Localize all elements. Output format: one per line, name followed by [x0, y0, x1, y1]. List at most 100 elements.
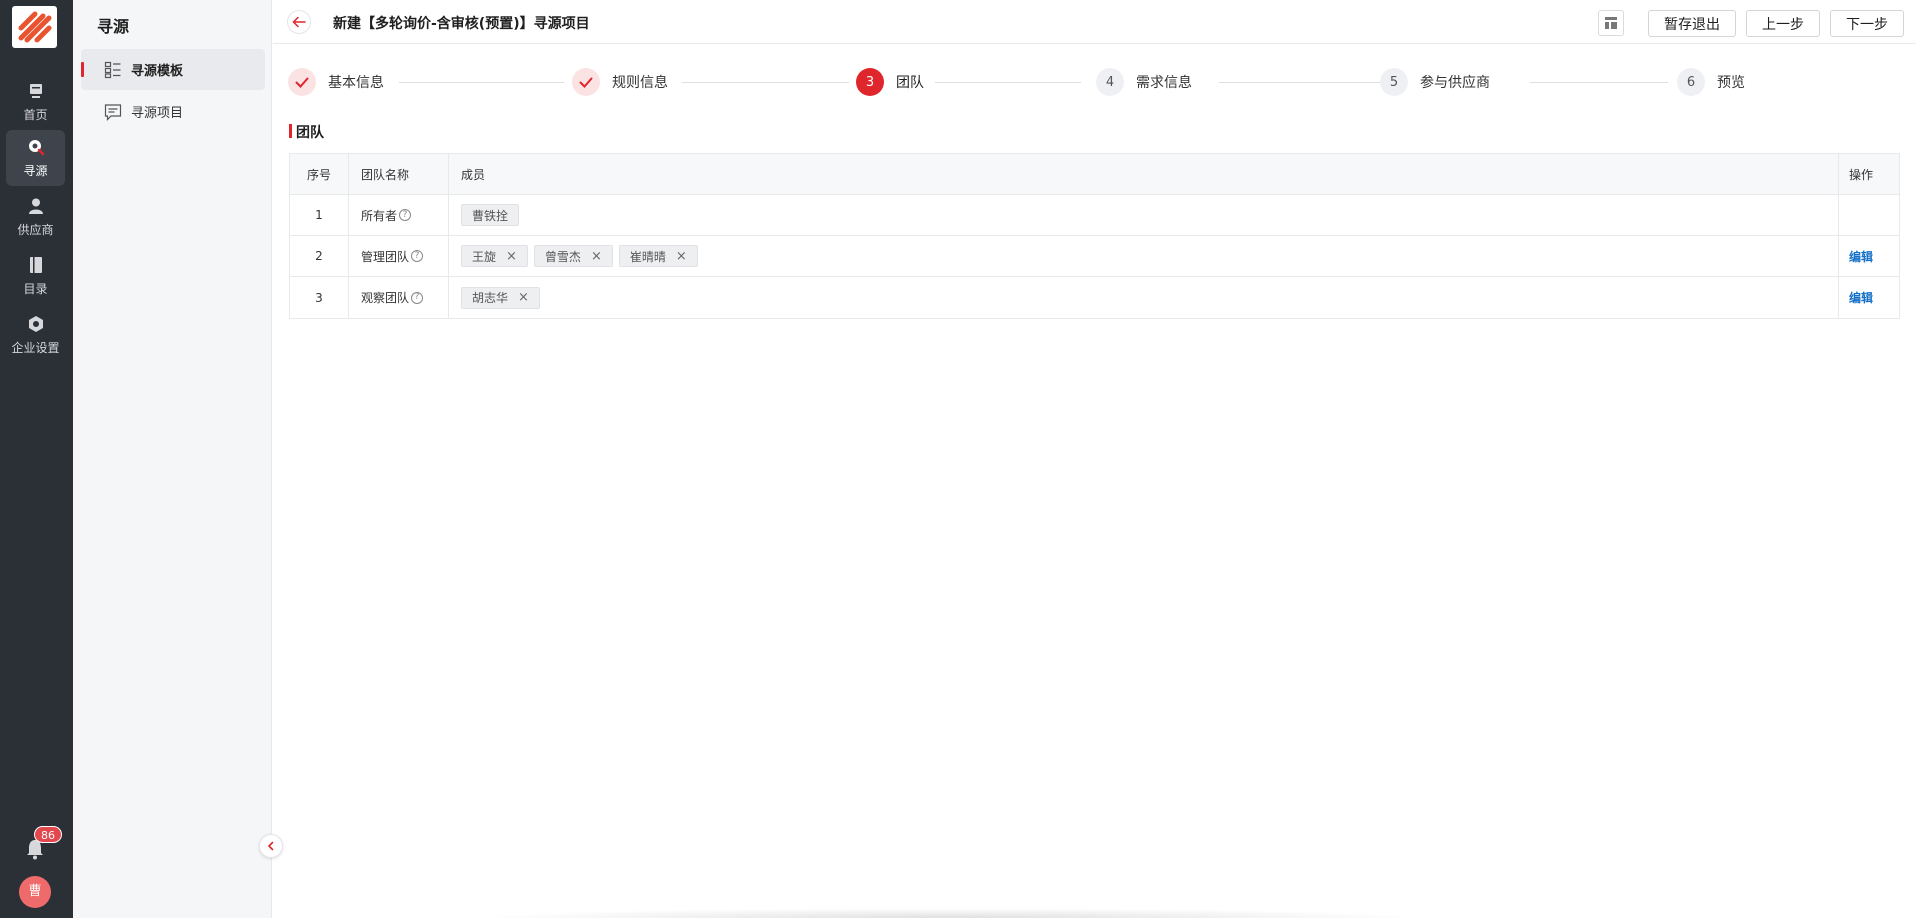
sourcing-icon [28, 139, 44, 155]
next-step-button[interactable]: 下一步 [1830, 10, 1904, 37]
arrow-left-icon [292, 16, 306, 28]
members-cell: 曹铁拴 [449, 195, 1839, 235]
step-connector [1530, 82, 1668, 83]
active-marker [81, 62, 84, 77]
check-icon [572, 68, 600, 96]
sidebar-item-sourcing-template[interactable]: 寻源模板 [81, 49, 265, 90]
rail-item-sourcing[interactable]: 寻源 [6, 130, 65, 186]
edit-team-link[interactable]: 编辑 [1849, 248, 1873, 265]
step-label: 预览 [1717, 75, 1745, 91]
step-label: 参与供应商 [1420, 75, 1490, 91]
table-row: 3 观察团队 ? 胡志华 × 编辑 [290, 277, 1899, 318]
sidebar-item-label: 寻源模板 [131, 64, 184, 79]
member-tag: 崔晴晴 × [618, 245, 698, 267]
project-chat-icon [104, 103, 122, 121]
rail-label-settings: 企业设置 [11, 340, 60, 355]
step-suppliers[interactable]: 5 参与供应商 [1380, 68, 1490, 96]
page-header: 新建【多轮询价-含审核(预置)】寻源项目 暂存退出 上一步 下一步 [273, 0, 1916, 44]
column-header-operation: 操作 [1849, 167, 1874, 182]
help-icon[interactable]: ? [411, 291, 424, 304]
table-row: 2 管理团队 ? 王旋 × 曾雪杰 × 崔晴晴 × 编辑 [290, 236, 1899, 277]
remove-member-icon[interactable]: × [506, 249, 517, 264]
primary-rail: 首页 寻源 供应商 目录 企业设置 86 曹 [0, 0, 73, 918]
layout-toggle-button[interactable] [1598, 10, 1624, 36]
team-name: 观察团队 [361, 291, 410, 305]
rail-item-catalog[interactable]: 目录 [6, 248, 65, 304]
main-content: 新建【多轮询价-含审核(预置)】寻源项目 暂存退出 上一步 下一步 基本信息 规… [273, 0, 1916, 918]
previous-step-button[interactable]: 上一步 [1746, 10, 1820, 37]
operation-cell [1839, 195, 1899, 235]
sidebar-item-label: 寻源项目 [131, 106, 184, 121]
step-number: 4 [1096, 68, 1124, 96]
layout-icon [1605, 17, 1617, 29]
table-row: 1 所有者 ? 曹铁拴 [290, 195, 1899, 236]
notification-badge: 86 [34, 826, 62, 843]
section-title: 团队 [289, 122, 324, 142]
step-rule-info[interactable]: 规则信息 [572, 68, 668, 96]
sidebar-item-sourcing-project[interactable]: 寻源项目 [81, 91, 265, 132]
team-name-cell: 管理团队 ? [349, 236, 449, 276]
app-root: 首页 寻源 供应商 目录 企业设置 86 曹 寻源 寻源模板 寻源项目 新建【多… [0, 0, 1916, 918]
operation-cell: 编辑 [1839, 236, 1899, 276]
member-tag: 曹铁拴 [461, 204, 520, 226]
home-icon [29, 83, 42, 98]
supplier-icon [28, 198, 43, 214]
step-number: 6 [1677, 68, 1705, 96]
step-basic-info[interactable]: 基本信息 [288, 68, 384, 96]
remove-member-icon[interactable]: × [518, 290, 529, 305]
team-name: 管理团队 [361, 249, 410, 264]
step-label: 基本信息 [328, 75, 384, 91]
members-cell: 王旋 × 曾雪杰 × 崔晴晴 × [449, 236, 1839, 276]
member-name: 曹铁拴 [472, 208, 509, 223]
user-avatar[interactable]: 曹 [19, 876, 51, 908]
remove-member-icon[interactable]: × [591, 249, 602, 264]
step-requirement-info[interactable]: 4 需求信息 [1096, 68, 1192, 96]
rail-label-sourcing: 寻源 [23, 163, 48, 178]
settings-icon [28, 315, 43, 332]
edit-team-link[interactable]: 编辑 [1849, 289, 1873, 306]
member-tag: 曾雪杰 × [533, 245, 613, 267]
template-list-icon [104, 61, 121, 78]
page-title: 新建【多轮询价-含审核(预置)】寻源项目 [333, 16, 590, 32]
help-icon[interactable]: ? [411, 250, 424, 262]
row-number: 2 [290, 236, 349, 276]
secondary-sidebar: 寻源 寻源模板 寻源项目 [73, 0, 272, 918]
column-header-no: 序号 [290, 154, 349, 194]
step-preview[interactable]: 6 预览 [1677, 68, 1745, 96]
row-number: 1 [290, 195, 349, 235]
step-label: 团队 [896, 75, 924, 91]
members-cell: 胡志华 × [449, 277, 1839, 318]
row-number: 3 [290, 277, 349, 318]
bottom-shadow [470, 908, 1430, 918]
step-connector [399, 82, 564, 83]
rail-label-home: 首页 [23, 107, 48, 122]
member-name: 曾雪杰 [544, 249, 581, 264]
rail-item-settings[interactable]: 企业设置 [6, 307, 65, 363]
operation-cell: 编辑 [1839, 277, 1899, 318]
step-label: 规则信息 [612, 75, 668, 91]
save-exit-button[interactable]: 暂存退出 [1648, 10, 1736, 37]
sidebar-title: 寻源 [97, 17, 130, 36]
step-connector [682, 82, 849, 83]
column-header-members: 成员 [449, 154, 1839, 194]
rail-item-supplier[interactable]: 供应商 [6, 189, 65, 245]
help-icon[interactable]: ? [399, 209, 412, 221]
team-name: 所有者 [361, 208, 398, 223]
remove-member-icon[interactable]: × [676, 249, 687, 264]
step-team[interactable]: 3 团队 [856, 68, 924, 96]
rail-label-supplier: 供应商 [17, 222, 54, 237]
member-tag: 王旋 × [461, 245, 528, 267]
team-table: 序号 团队名称 成员 操作 1 所有者 ? 曹铁拴 2 管理团队 ? 王旋 × … [289, 153, 1900, 319]
header-actions: 暂存退出 上一步 下一步 [1598, 10, 1904, 37]
rail-item-home[interactable]: 首页 [6, 74, 65, 130]
brand-logo[interactable] [12, 6, 57, 48]
member-tag: 胡志华 × [461, 286, 540, 309]
step-connector [935, 82, 1081, 83]
step-number: 3 [856, 68, 884, 96]
step-connector [1219, 82, 1382, 83]
back-button[interactable] [287, 10, 311, 34]
team-name-cell: 所有者 ? [349, 195, 449, 235]
step-label: 需求信息 [1136, 75, 1192, 91]
member-name: 胡志华 [472, 291, 509, 305]
team-name-cell: 观察团队 ? [349, 277, 449, 318]
